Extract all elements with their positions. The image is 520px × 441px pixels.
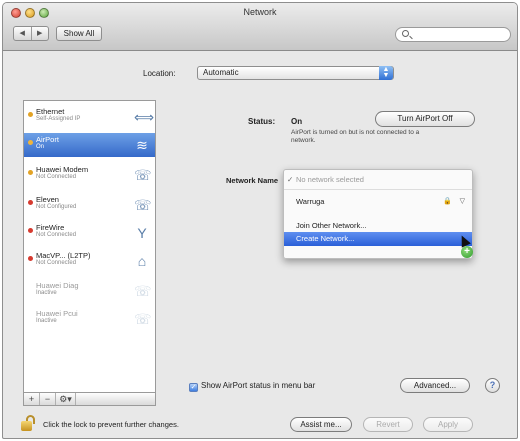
search-icon (402, 30, 409, 37)
service-name: Ethernet (36, 107, 65, 116)
remove-service-button[interactable]: − (40, 393, 56, 405)
service-name: FireWire (36, 223, 65, 232)
back-forward-control: ◀ ▶ (13, 26, 49, 41)
status-dot (28, 200, 33, 205)
title-bar: Network ◀ ▶ Show All (3, 3, 517, 51)
menu-item-join-other[interactable]: Join Other Network... (284, 219, 472, 233)
service-name: Huawei Diag (36, 281, 79, 290)
lock-message: Click the lock to prevent further change… (43, 420, 179, 429)
menu-item-create-network[interactable]: Create Network... (284, 232, 472, 246)
add-service-button[interactable]: + (24, 393, 40, 405)
help-button[interactable]: ? (485, 378, 500, 393)
checkbox-label: Show AirPort status in menu bar (201, 381, 316, 390)
service-name: Huawei Pcui (36, 309, 78, 318)
network-name-label: Network Name (226, 176, 279, 185)
menu-item-label: No network selected (296, 175, 364, 184)
status-dot (28, 256, 33, 261)
menu-item-no-network[interactable]: ✓ No network selected (284, 173, 472, 187)
service-status: Not Connected (36, 232, 77, 238)
padlock-body (21, 421, 32, 431)
service-name: Huawei Modem (36, 165, 89, 174)
service-list[interactable]: Ethernet Self-Assigned IP ⟺ AirPort On ≋ Huawe… (23, 100, 156, 393)
copy-plus-badge-icon: + (461, 246, 473, 258)
phone-icon: ☏ (134, 167, 152, 183)
service-item[interactable]: Huawei Modem Not Connected ☏ (24, 163, 155, 187)
search-field[interactable] (395, 27, 511, 42)
service-item[interactable]: Eleven Not Configured ☏ (24, 193, 155, 217)
apply-button[interactable]: Apply (423, 417, 473, 432)
service-item[interactable]: MacVP... (L2TP) Not Connected ⌂ (24, 249, 155, 273)
padlock-icon[interactable] (21, 415, 35, 431)
forward-arrow-icon[interactable]: ▶ (32, 27, 49, 40)
service-item[interactable]: AirPort On ≋ (24, 133, 155, 157)
service-status: Not Connected (36, 174, 77, 180)
phone-icon: ☏ (134, 283, 152, 299)
service-item[interactable]: Huawei Diag Inactive ☏ (24, 279, 155, 303)
ethernet-icon: ⟺ (134, 109, 155, 125)
status-dot (28, 170, 33, 175)
service-name: AirPort (36, 135, 59, 144)
menu-item-network[interactable]: Warruga 🔒 ▽ (284, 195, 472, 209)
location-label: Location: (143, 69, 176, 78)
network-window: Network ◀ ▶ Show All Location: Automatic… (2, 2, 518, 439)
popup-arrows-icon: ▲ ▼ (379, 66, 393, 80)
action-gear-button[interactable]: ⚙▾ (56, 393, 76, 405)
service-status: Not Connected (36, 260, 77, 266)
status-dot (28, 112, 33, 117)
phone-icon: ☏ (134, 311, 152, 327)
show-status-checkbox[interactable]: ✓ Show AirPort status in menu bar (189, 381, 315, 392)
status-dot (28, 140, 33, 145)
firewire-icon: Y (137, 225, 147, 241)
service-item[interactable]: FireWire Not Connected Y (24, 221, 155, 245)
service-status: Inactive (36, 318, 57, 324)
location-value: Automatic (203, 68, 239, 77)
service-status: Not Configured (36, 204, 77, 210)
wifi-icon: ≋ (136, 137, 148, 153)
service-status: Inactive (36, 290, 57, 296)
status-value: On (291, 117, 303, 126)
lock-icon: 🔒 (443, 198, 452, 205)
service-item[interactable]: Ethernet Self-Assigned IP ⟺ (24, 105, 155, 129)
turn-airport-off-button[interactable]: Turn AirPort Off (375, 111, 475, 127)
menu-item-label: Warruga (296, 197, 325, 206)
advanced-button[interactable]: Advanced... (400, 378, 470, 393)
window-title: Network (243, 7, 277, 17)
network-name-menu: ✓ No network selected Warruga 🔒 ▽ Join O… (283, 169, 473, 259)
back-arrow-icon[interactable]: ◀ (14, 27, 32, 40)
status-description: AirPort is turned on but is not connecte… (291, 129, 420, 144)
show-all-button[interactable]: Show All (56, 26, 102, 41)
location-popup[interactable]: Automatic ▲ ▼ (197, 66, 394, 80)
vpn-lock-icon: ⌂ (137, 253, 147, 269)
status-dot (28, 228, 33, 233)
service-name: Eleven (36, 195, 59, 204)
service-item[interactable]: Huawei Pcui Inactive ☏ (24, 307, 155, 331)
service-status: On (36, 144, 45, 150)
revert-button[interactable]: Revert (363, 417, 413, 432)
service-name: MacVP... (L2TP) (36, 251, 91, 260)
menu-separator (284, 189, 472, 190)
checkbox-checked-icon: ✓ (189, 383, 198, 392)
service-list-footer: + − ⚙▾ (23, 392, 156, 406)
phone-icon: ☏ (134, 197, 152, 213)
wifi-signal-icon: ▽ (459, 198, 465, 205)
service-status: Self-Assigned IP (36, 116, 81, 122)
assist-me-button[interactable]: Assist me... (290, 417, 352, 432)
checkmark-icon: ✓ (287, 175, 294, 184)
status-label: Status: (248, 117, 276, 126)
